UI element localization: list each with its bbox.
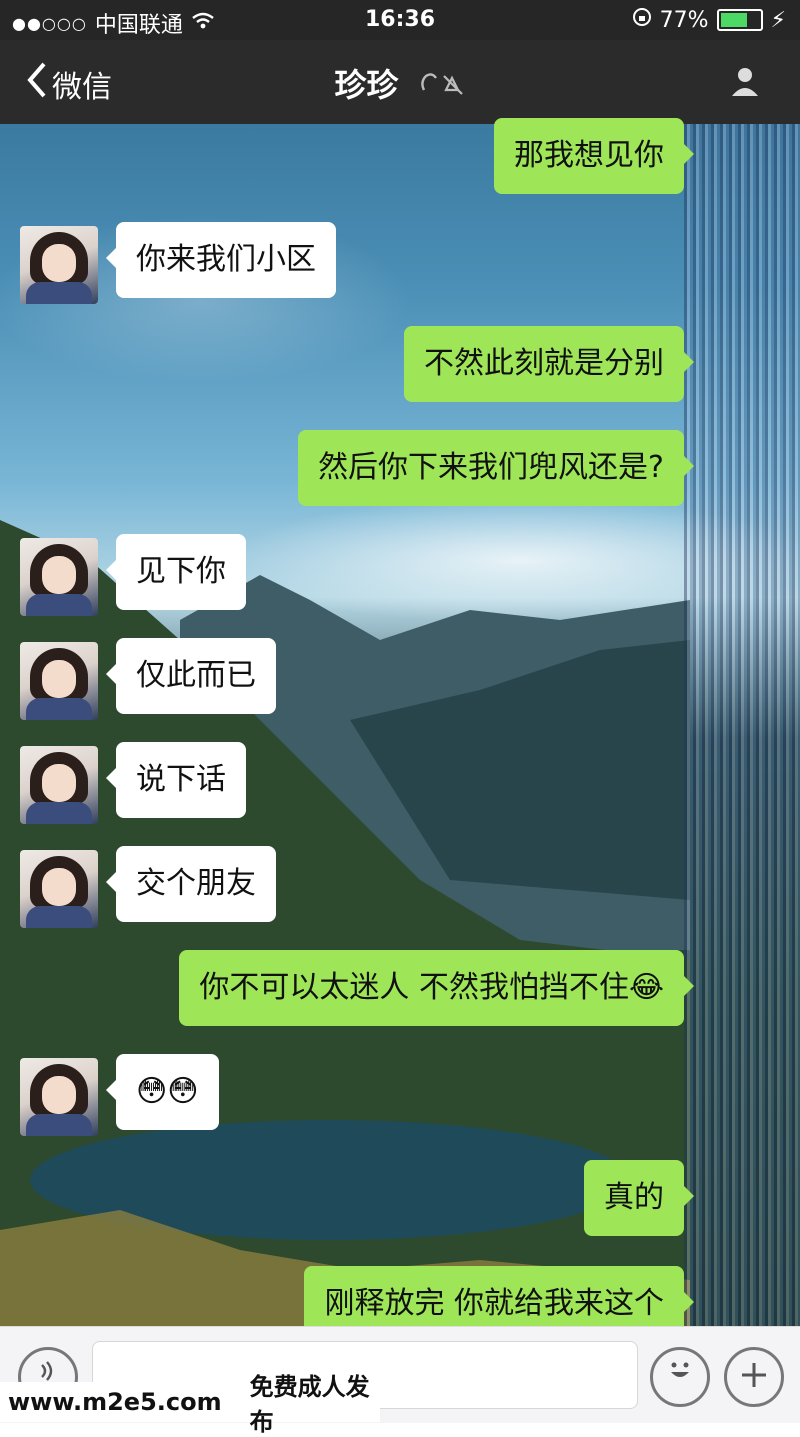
avatar-body bbox=[26, 282, 92, 304]
contact-avatar[interactable] bbox=[20, 226, 98, 304]
rotation-lock-icon bbox=[632, 7, 652, 33]
watermark-url: www.m2e5.com bbox=[8, 1388, 222, 1416]
incoming-message[interactable]: 😳😳 bbox=[106, 1054, 219, 1130]
chat-title: 珍珍 bbox=[0, 60, 800, 106]
avatar-body bbox=[26, 802, 92, 824]
avatar-face bbox=[42, 1076, 76, 1114]
outgoing-message[interactable]: 然后你下来我们兜风还是? bbox=[298, 430, 694, 506]
nav-bar: 微信 珍珍 bbox=[0, 40, 800, 124]
contact-avatar[interactable] bbox=[20, 850, 98, 928]
contact-avatar[interactable] bbox=[20, 1058, 98, 1136]
charging-icon: ⚡ bbox=[770, 7, 786, 33]
profile-icon[interactable] bbox=[730, 66, 760, 104]
avatar-body bbox=[26, 1114, 92, 1136]
incoming-message[interactable]: 交个朋友 bbox=[106, 846, 276, 922]
contact-avatar[interactable] bbox=[20, 642, 98, 720]
avatar-face bbox=[42, 244, 76, 282]
avatar-face bbox=[42, 660, 76, 698]
battery-icon bbox=[716, 9, 763, 31]
contact-name: 珍珍 bbox=[334, 66, 399, 104]
incoming-message[interactable]: 说下话 bbox=[106, 742, 246, 818]
incoming-message[interactable]: 你来我们小区 bbox=[106, 222, 336, 298]
outgoing-message[interactable]: 那我想见你 bbox=[494, 118, 694, 194]
battery-level bbox=[720, 13, 747, 27]
outgoing-message[interactable]: 真的 bbox=[584, 1160, 694, 1236]
avatar-body bbox=[26, 594, 92, 616]
contact-avatar[interactable] bbox=[20, 746, 98, 824]
incoming-message[interactable]: 仅此而已 bbox=[106, 638, 276, 714]
avatar-face bbox=[42, 868, 76, 906]
avatar-body bbox=[26, 698, 92, 720]
outgoing-message[interactable]: 不然此刻就是分别 bbox=[404, 326, 694, 402]
emoji-icon[interactable] bbox=[650, 1347, 710, 1407]
watermark-text: 免费成人发布 bbox=[249, 1373, 370, 1436]
incoming-message[interactable]: 见下你 bbox=[106, 534, 246, 610]
redacted-avatar-column bbox=[684, 124, 800, 1344]
outgoing-message[interactable]: 你不可以太迷人 不然我怕挡不住😂 bbox=[179, 950, 694, 1026]
battery-percent: 77% bbox=[659, 7, 709, 33]
plus-icon[interactable] bbox=[724, 1347, 784, 1407]
avatar-face bbox=[42, 556, 76, 594]
contact-avatar[interactable] bbox=[20, 538, 98, 616]
avatar-face bbox=[42, 764, 76, 802]
status-bar: ●●○○○ 中国联通 16:36 77% ⚡ bbox=[0, 0, 800, 40]
avatar-body bbox=[26, 906, 92, 928]
watermark: www.m2e5.com 免费成人发布 bbox=[0, 1373, 380, 1436]
mute-icon bbox=[418, 73, 466, 102]
